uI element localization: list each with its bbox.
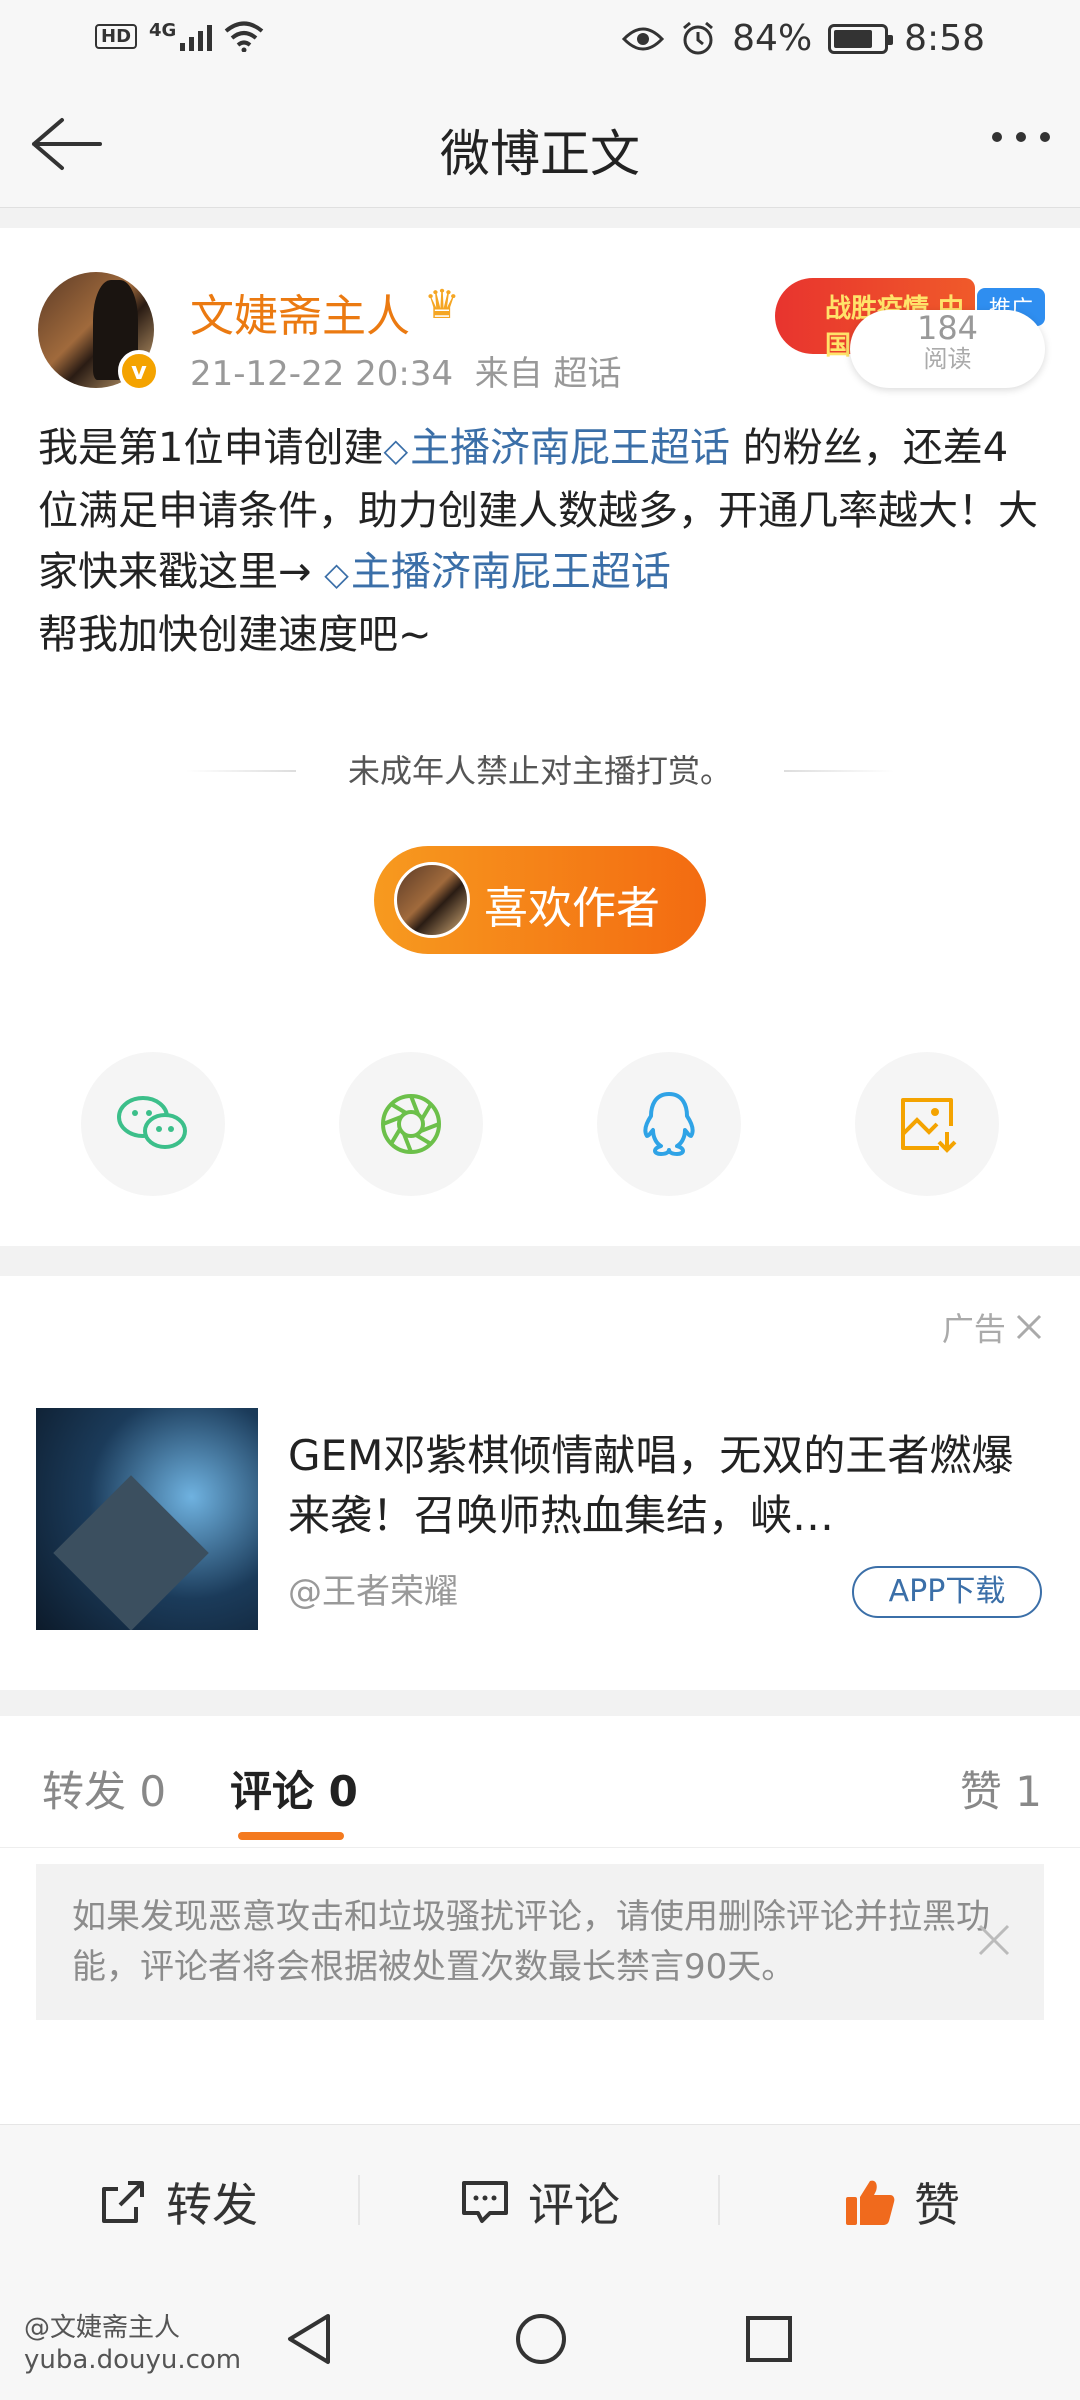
clock: 8:58 [904,18,985,59]
post-timestamp: 21-12-22 20:34 [190,354,454,394]
more-dot [1040,132,1050,142]
wifi-icon [225,21,264,52]
system-nav-bar: @文婕斋主人 yuba.douyu.com [0,2272,1080,2400]
verified-badge-icon: v [118,350,160,392]
more-button[interactable] [992,132,1050,142]
nav-recents-icon[interactable] [744,2314,794,2364]
post-text: 帮我加快创建速度吧~ [38,612,432,658]
diamond-icon: ◇ [383,431,409,469]
author-mini-avatar [394,862,470,938]
divider [718,2175,720,2225]
topic-link[interactable]: ◇主播济南屁王超话 [324,549,671,595]
wechat-icon [117,1096,187,1149]
comment-button[interactable]: 评论 [460,2169,620,2235]
tab-repost[interactable]: 转发 0 [42,1758,166,1819]
read-count: 184 [916,309,979,347]
app-download-button[interactable]: APP下载 [852,1566,1042,1618]
diamond-icon: ◇ [324,555,349,593]
watermark-site: yuba.douyu.com [24,2345,242,2375]
post-source[interactable]: 来自 超话 [475,354,622,394]
read-count-pill: 184 阅读 [850,310,1045,388]
tab-indicator [238,1832,344,1840]
post-meta: 21-12-22 20:34 来自 超话 [190,346,622,395]
eye-icon [622,27,665,50]
ad-image[interactable] [36,1408,258,1630]
like-author-button[interactable]: 喜欢作者 [374,846,706,954]
read-label: 阅读 [923,345,972,373]
ad-source: @王者荣耀 [288,1572,458,1612]
ad-card[interactable]: 广告 GEM邓紫棋倾情献唱，无双的王者燃爆来袭！召唤师热血集结，峡… @王者荣耀… [0,1276,1080,1690]
close-icon[interactable] [1016,1314,1042,1340]
promo-widget[interactable]: 战胜疫情 中国 推广 184 阅读 [770,248,1045,388]
post-text: 我是第1位申请创建 [38,425,384,471]
bottom-action-bar: 转发 评论 赞 [0,2124,1080,2272]
topic-label: 主播济南屁王超话 [410,425,731,471]
like-button[interactable]: 赞 [844,2169,960,2235]
nav-bar: 微博正文 [0,80,1080,208]
comment-area: 如果发现恶意攻击和垃圾骚扰评论，请使用删除评论并拉黑功能，评论者将会根据被处置次… [0,1848,1080,2124]
post-card: v 文婕斋主人 ♛ 21-12-22 20:34 来自 超话 战胜疫情 中国 推… [0,228,1080,1246]
ad-label[interactable]: 广告 [942,1304,1042,1350]
close-icon[interactable] [974,1920,1014,1960]
signal-icon [180,21,213,51]
divider [358,2175,360,2225]
save-image-icon [901,1098,957,1153]
interaction-tabs: 转发 0 评论 0 赞 1 [0,1716,1080,1848]
share-wechat-button[interactable] [81,1052,225,1196]
nav-home-icon[interactable] [514,2312,568,2366]
more-dots-icon [992,132,1002,142]
repost-button[interactable]: 转发 [98,2169,258,2235]
comment-tip-banner: 如果发现恶意攻击和垃圾骚扰评论，请使用删除评论并拉黑功能，评论者将会根据被处置次… [36,1864,1044,2020]
topic-link[interactable]: ◇主播济南屁王超话 [383,425,730,471]
like-label: 赞 [914,2178,960,2232]
topic-label: 主播济南屁王超话 [350,549,671,595]
notice-text: 未成年人禁止对主播打赏。 [347,752,732,790]
like-author-label: 喜欢作者 [484,883,660,934]
more-dot [1016,132,1026,142]
qq-icon [643,1092,695,1156]
hd-indicator: HD [95,23,138,49]
moments-icon [381,1094,441,1154]
divider [784,770,894,772]
share-moments-button[interactable] [339,1052,483,1196]
nav-back-icon[interactable] [284,2312,334,2366]
post-content: 我是第1位申请创建◇主播济南屁王超话 的粉丝，还差4位满足申请条件，助力创建人数… [38,418,1048,666]
ad-title[interactable]: GEM邓紫棋倾情献唱，无双的王者燃爆来袭！召唤师热血集结，峡… [288,1426,1028,1546]
crown-icon: ♛ [424,282,460,328]
comment-label: 评论 [528,2178,620,2232]
watermark-user: @文婕斋主人 [24,2313,181,2343]
network-label: 4G [149,20,177,41]
thumbs-up-icon [846,2180,895,2225]
author-name[interactable]: 文婕斋主人 [190,280,410,344]
status-right: 84% 8:58 [622,18,985,59]
tab-like[interactable]: 赞 1 [960,1758,1042,1819]
page-title: 微博正文 [440,125,640,183]
ad-label-text: 广告 [941,1310,1006,1348]
share-out-icon [102,2181,144,2223]
tab-comment[interactable]: 评论 0 [230,1758,358,1819]
watermark: @文婕斋主人 yuba.douyu.com [24,2312,241,2376]
minor-notice: 未成年人禁止对主播打赏。 [0,746,1080,796]
save-image-button[interactable] [855,1052,999,1196]
battery-percent: 84% [732,18,813,59]
comment-icon [462,2181,508,2223]
repost-label: 转发 [166,2178,258,2232]
comment-tip-text: 如果发现恶意攻击和垃圾骚扰评论，请使用删除评论并拉黑功能，评论者将会根据被处置次… [72,1897,990,1987]
alarm-icon [683,21,714,54]
status-left: HD 4G [95,20,264,52]
status-bar: HD 4G 84% 8:58 [0,0,1080,80]
share-qq-button[interactable] [597,1052,741,1196]
battery-icon [828,23,894,54]
